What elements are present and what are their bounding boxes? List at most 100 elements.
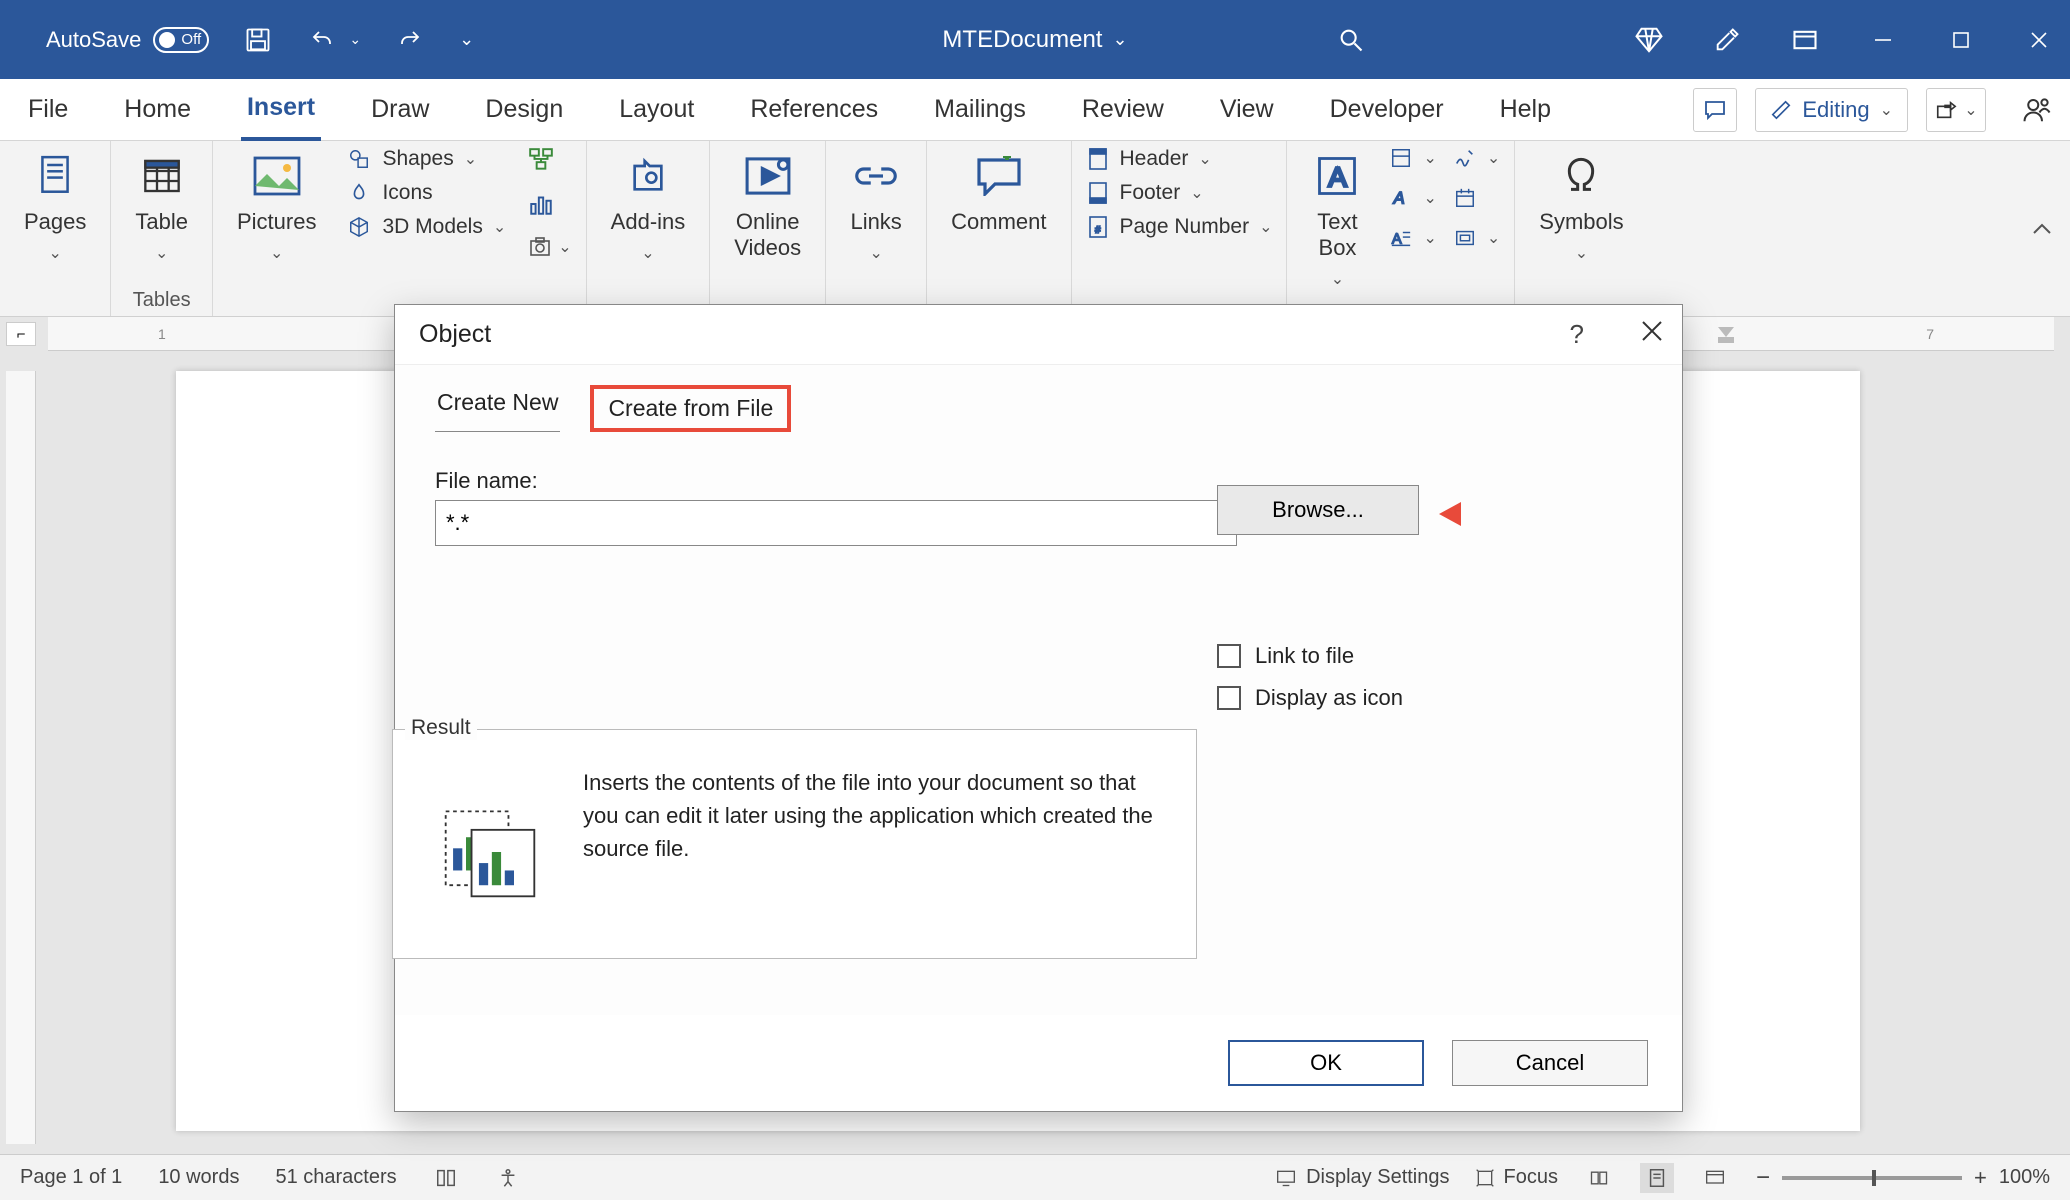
wordart-button[interactable]: A⌄ bbox=[1389, 187, 1436, 209]
icons-button[interactable]: Icons bbox=[346, 181, 506, 205]
result-text: Inserts the contents of the file into yo… bbox=[583, 766, 1170, 938]
book-icon[interactable] bbox=[433, 1167, 459, 1189]
zoom-out-button[interactable]: − bbox=[1756, 1164, 1770, 1192]
account-icon[interactable] bbox=[2022, 95, 2052, 125]
autosave-label: AutoSave bbox=[46, 27, 141, 53]
tab-draw[interactable]: Draw bbox=[365, 79, 435, 141]
read-mode-button[interactable] bbox=[1582, 1163, 1616, 1193]
zoom-slider[interactable] bbox=[1782, 1176, 1962, 1180]
page-indicator[interactable]: Page 1 of 1 bbox=[20, 1166, 122, 1189]
tab-insert[interactable]: Insert bbox=[241, 79, 321, 141]
header-button[interactable]: Header⌄ bbox=[1086, 147, 1273, 171]
online-videos-button[interactable]: OnlineVideos bbox=[724, 147, 811, 265]
document-title[interactable]: MTEDocument ⌄ bbox=[942, 26, 1127, 54]
display-settings-button[interactable]: Display Settings bbox=[1274, 1166, 1449, 1189]
zoom-thumb[interactable] bbox=[1872, 1170, 1876, 1186]
search-icon[interactable] bbox=[1336, 25, 1366, 55]
addins-button[interactable]: Add-ins ⌄ bbox=[601, 147, 696, 267]
right-indent-marker[interactable] bbox=[1718, 327, 1734, 345]
ruler-corner[interactable]: ⌐ bbox=[6, 322, 36, 346]
3dmodels-button[interactable]: 3D Models⌄ bbox=[346, 215, 506, 239]
tab-developer[interactable]: Developer bbox=[1324, 79, 1450, 141]
tab-file[interactable]: File bbox=[22, 79, 74, 141]
chevron-down-icon: ⌄ bbox=[1198, 149, 1211, 169]
window-mode-icon[interactable] bbox=[1790, 25, 1820, 55]
redo-icon[interactable] bbox=[395, 25, 425, 55]
dialog-help-button[interactable]: ? bbox=[1570, 319, 1584, 350]
dialog-close-icon[interactable] bbox=[1640, 319, 1664, 350]
tab-references[interactable]: References bbox=[744, 79, 884, 141]
text-box-button[interactable]: A TextBox ⌄ bbox=[1301, 147, 1373, 293]
qat-more-icon[interactable]: ⌄ bbox=[459, 29, 474, 50]
group-text: A TextBox ⌄ ⌄ A⌄ A⌄ ⌄ ⌄ bbox=[1287, 141, 1515, 316]
diamond-icon[interactable] bbox=[1634, 25, 1664, 55]
quick-parts-button[interactable]: ⌄ bbox=[1389, 147, 1436, 169]
save-icon[interactable] bbox=[243, 25, 273, 55]
undo-icon[interactable] bbox=[307, 25, 337, 55]
text-box-l1: Text bbox=[1317, 209, 1357, 235]
signature-button[interactable]: ⌄ bbox=[1453, 147, 1500, 169]
file-name-input[interactable] bbox=[435, 500, 1237, 546]
tab-review[interactable]: Review bbox=[1076, 79, 1170, 141]
undo-chevron-icon[interactable]: ⌄ bbox=[349, 31, 361, 48]
link-to-file-checkbox[interactable]: Link to file bbox=[1217, 643, 1403, 669]
ruler-mark-7: 7 bbox=[1926, 326, 1934, 342]
create-from-file-label: Create from File bbox=[608, 395, 773, 421]
zoom-in-button[interactable]: + bbox=[1974, 1165, 1987, 1191]
dialog-checkboxes: Link to file Display as icon bbox=[1217, 643, 1403, 711]
tab-view[interactable]: View bbox=[1214, 79, 1280, 141]
tables-group-label: Tables bbox=[133, 289, 191, 312]
shapes-icon bbox=[346, 148, 372, 170]
symbols-button[interactable]: Symbols ⌄ bbox=[1529, 147, 1633, 267]
chevron-down-icon: ⌄ bbox=[869, 243, 882, 263]
close-icon[interactable] bbox=[2024, 25, 2054, 55]
pictures-label: Pictures bbox=[237, 209, 316, 235]
drop-cap-button[interactable]: A⌄ bbox=[1389, 227, 1436, 249]
maximize-icon[interactable] bbox=[1946, 25, 1976, 55]
tab-mailings[interactable]: Mailings bbox=[928, 79, 1032, 141]
group-header-footer: Header⌄ Footer⌄ #Page Number⌄ bbox=[1072, 141, 1288, 316]
file-name-label: File name: bbox=[435, 468, 1642, 494]
pictures-button[interactable]: Pictures ⌄ bbox=[227, 147, 326, 267]
chevron-down-icon: ⌄ bbox=[464, 149, 477, 169]
shapes-button[interactable]: Shapes⌄ bbox=[346, 147, 506, 171]
display-as-icon-checkbox[interactable]: Display as icon bbox=[1217, 685, 1403, 711]
zoom-level[interactable]: 100% bbox=[1999, 1166, 2050, 1189]
minimize-icon[interactable] bbox=[1868, 25, 1898, 55]
web-layout-button[interactable] bbox=[1698, 1163, 1732, 1193]
collapse-ribbon-icon[interactable] bbox=[2030, 221, 2054, 237]
tab-create-from-file[interactable]: Create from File bbox=[590, 385, 791, 432]
table-button[interactable]: Table ⌄ bbox=[125, 147, 198, 267]
tab-home[interactable]: Home bbox=[118, 79, 197, 141]
tab-help[interactable]: Help bbox=[1494, 79, 1557, 141]
comment-button[interactable]: Comment bbox=[941, 147, 1056, 239]
comments-button[interactable] bbox=[1693, 88, 1737, 132]
page-number-button[interactable]: #Page Number⌄ bbox=[1086, 215, 1273, 239]
screenshot-button[interactable]: ⌄ bbox=[526, 235, 571, 259]
autosave-toggle[interactable]: AutoSave Off bbox=[46, 27, 209, 53]
chart-button[interactable] bbox=[526, 191, 571, 217]
smartart-button[interactable] bbox=[526, 147, 571, 173]
date-time-button[interactable] bbox=[1453, 187, 1500, 209]
print-layout-button[interactable] bbox=[1640, 1163, 1674, 1193]
tab-layout[interactable]: Layout bbox=[613, 79, 700, 141]
accessibility-icon[interactable] bbox=[495, 1167, 521, 1189]
tab-design[interactable]: Design bbox=[479, 79, 569, 141]
footer-button[interactable]: Footer⌄ bbox=[1086, 181, 1273, 205]
object-button[interactable]: ⌄ bbox=[1453, 227, 1500, 249]
eyedropper-icon[interactable] bbox=[1712, 25, 1742, 55]
tab-create-new[interactable]: Create New bbox=[435, 385, 560, 432]
focus-button[interactable]: Focus bbox=[1474, 1166, 1558, 1189]
toggle-switch[interactable]: Off bbox=[153, 27, 209, 53]
share-button[interactable]: ⌄ bbox=[1926, 88, 1986, 132]
links-button[interactable]: Links ⌄ bbox=[840, 147, 912, 267]
wordart-icon: A bbox=[1389, 187, 1413, 209]
ok-button[interactable]: OK bbox=[1228, 1040, 1424, 1086]
char-count[interactable]: 51 characters bbox=[275, 1166, 396, 1189]
word-count[interactable]: 10 words bbox=[158, 1166, 239, 1189]
pages-button[interactable]: Pages ⌄ bbox=[14, 147, 96, 267]
editing-mode-button[interactable]: Editing ⌄ bbox=[1755, 88, 1908, 132]
ruler-vertical[interactable] bbox=[6, 371, 36, 1144]
cancel-button[interactable]: Cancel bbox=[1452, 1040, 1648, 1086]
browse-button[interactable]: Browse... bbox=[1217, 485, 1419, 535]
